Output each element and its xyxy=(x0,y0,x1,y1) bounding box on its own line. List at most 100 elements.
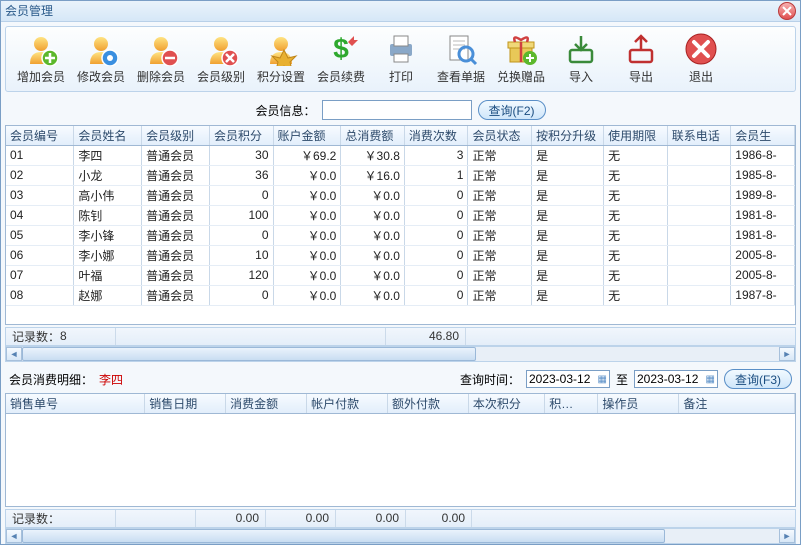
detail-count-label: 记录数： xyxy=(12,510,60,527)
time-label: 查询时间： xyxy=(460,371,520,388)
table-row[interactable]: 03高小伟普通会员0￥0.0￥0.00正常是无1989-8- xyxy=(6,185,795,205)
search-button[interactable]: 查询(F2) xyxy=(478,100,546,120)
detail-bar: 会员消费明细： 李四 查询时间： 2023-03-12 ▦ 至 2023-03-… xyxy=(1,366,800,393)
h-scrollbar-bottom[interactable]: ◄ ► xyxy=(5,528,796,544)
detail-label: 会员消费明细： xyxy=(9,371,93,388)
summary-total: 46.80 xyxy=(386,328,466,345)
toolbar-label: 增加会员 xyxy=(17,68,65,85)
col-header[interactable]: 消费次数 xyxy=(404,126,468,146)
table-row[interactable]: 05李小锋普通会员0￥0.0￥0.00正常是无1981-8- xyxy=(6,225,795,245)
col-header[interactable]: 会员生 xyxy=(731,126,795,146)
print-button[interactable]: 打印 xyxy=(372,29,430,89)
col-header[interactable]: 使用期限 xyxy=(604,126,668,146)
col-header[interactable]: 会员状态 xyxy=(468,126,532,146)
exit-icon xyxy=(684,32,718,66)
import-button[interactable]: 导入 xyxy=(552,29,610,89)
col-header[interactable]: 积… xyxy=(545,394,598,414)
renew-icon: $ xyxy=(324,32,358,66)
col-header[interactable]: 总消费额 xyxy=(341,126,405,146)
table-row[interactable]: 08赵娜普通会员0￥0.0￥0.00正常是无1987-8- xyxy=(6,285,795,305)
col-header[interactable]: 消费金额 xyxy=(226,394,307,414)
count-label: 记录数： xyxy=(12,328,60,345)
table-row[interactable]: 07叶福普通会员120￥0.0￥0.00正常是无2005-8- xyxy=(6,265,795,285)
level-button[interactable]: 会员级别 xyxy=(192,29,250,89)
col-header[interactable]: 账户金额 xyxy=(273,126,341,146)
col-header[interactable]: 帐户付款 xyxy=(307,394,388,414)
detail-table: 销售单号销售日期消费金额帐户付款额外付款本次积分积…操作员备注 xyxy=(6,394,795,414)
svg-text:$: $ xyxy=(333,33,349,64)
detail-search-button[interactable]: 查询(F3) xyxy=(724,369,792,389)
titlebar: 会员管理 xyxy=(1,1,800,22)
col-header[interactable]: 会员编号 xyxy=(6,126,74,146)
h-scrollbar-top[interactable]: ◄ ► xyxy=(5,346,796,362)
points-icon xyxy=(264,32,298,66)
viewdoc-button[interactable]: 查看单据 xyxy=(432,29,490,89)
member-summary: 记录数： 8 46.80 xyxy=(5,327,796,346)
delete-button[interactable]: 删除会员 xyxy=(132,29,190,89)
col-header[interactable]: 会员级别 xyxy=(142,126,210,146)
member-table: 会员编号会员姓名会员级别会员积分账户金额总消费额消费次数会员状态按积分升级使用期… xyxy=(6,126,795,306)
detail-grid: 销售单号销售日期消费金额帐户付款额外付款本次积分积…操作员备注 xyxy=(5,393,796,507)
renew-button[interactable]: $ 会员续费 xyxy=(312,29,370,89)
toolbar: 增加会员修改会员删除会员会员级别积分设置 $ 会员续费 打印 查看单据兑换赠品 导入 导出 退… xyxy=(5,26,796,92)
count-value: 8 xyxy=(60,329,67,343)
member-grid: 会员编号会员姓名会员级别会员积分账户金额总消费额消费次数会员状态按积分升级使用期… xyxy=(5,125,796,325)
toolbar-label: 会员续费 xyxy=(317,68,365,85)
add-button[interactable]: 增加会员 xyxy=(12,29,70,89)
edit-button[interactable]: 修改会员 xyxy=(72,29,130,89)
toolbar-label: 导出 xyxy=(629,68,653,85)
export-icon xyxy=(624,32,658,66)
calendar-icon[interactable]: ▦ xyxy=(598,374,607,385)
edit-icon xyxy=(84,32,118,66)
viewdoc-icon xyxy=(444,32,478,66)
detail-v2: 0.00 xyxy=(266,510,336,527)
col-header[interactable]: 本次积分 xyxy=(468,394,544,414)
toolbar-label: 积分设置 xyxy=(257,68,305,85)
points-button[interactable]: 积分设置 xyxy=(252,29,310,89)
col-header[interactable]: 会员姓名 xyxy=(74,126,142,146)
toolbar-label: 修改会员 xyxy=(77,68,125,85)
detail-v4: 0.00 xyxy=(406,510,472,527)
toolbar-label: 查看单据 xyxy=(437,68,485,85)
close-icon[interactable] xyxy=(778,2,796,20)
calendar-icon[interactable]: ▦ xyxy=(706,374,715,385)
export-button[interactable]: 导出 xyxy=(612,29,670,89)
col-header[interactable]: 会员积分 xyxy=(209,126,273,146)
add-icon xyxy=(24,32,58,66)
scroll-right-icon[interactable]: ► xyxy=(779,347,795,361)
toolbar-label: 退出 xyxy=(689,68,713,85)
table-row[interactable]: 04陈钊普通会员100￥0.0￥0.00正常是无1981-8- xyxy=(6,205,795,225)
scroll-left-icon[interactable]: ◄ xyxy=(6,347,22,361)
redeem-button[interactable]: 兑换赠品 xyxy=(492,29,550,89)
col-header[interactable]: 额外付款 xyxy=(388,394,469,414)
search-input[interactable] xyxy=(322,100,472,120)
col-header[interactable]: 备注 xyxy=(679,394,795,414)
table-row[interactable]: 06李小娜普通会员10￥0.0￥0.00正常是无2005-8- xyxy=(6,245,795,265)
detail-v3: 0.00 xyxy=(336,510,406,527)
col-header[interactable]: 联系电话 xyxy=(667,126,731,146)
col-header[interactable]: 销售单号 xyxy=(6,394,145,414)
toolbar-label: 删除会员 xyxy=(137,68,185,85)
detail-summary: 记录数： 0.00 0.00 0.00 0.00 xyxy=(5,509,796,528)
table-row[interactable]: 02小龙普通会员36￥0.0￥16.01正常是无1985-8- xyxy=(6,165,795,185)
date-to-input[interactable]: 2023-03-12 ▦ xyxy=(634,370,718,388)
exit-button[interactable]: 退出 xyxy=(672,29,730,89)
toolbar-label: 兑换赠品 xyxy=(497,68,545,85)
scroll-right-icon[interactable]: ► xyxy=(779,529,795,543)
toolbar-label: 导入 xyxy=(569,68,593,85)
toolbar-label: 会员级别 xyxy=(197,68,245,85)
delete-icon xyxy=(144,32,178,66)
search-label: 会员信息： xyxy=(255,102,315,119)
date-from-input[interactable]: 2023-03-12 ▦ xyxy=(526,370,610,388)
print-icon xyxy=(384,32,418,66)
col-header[interactable]: 销售日期 xyxy=(145,394,226,414)
table-row[interactable]: 01李四普通会员30￥69.2￥30.83正常是无1986-8- xyxy=(6,145,795,165)
detail-member-name: 李四 xyxy=(99,371,123,388)
col-header[interactable]: 操作员 xyxy=(598,394,679,414)
col-header[interactable]: 按积分升级 xyxy=(532,126,604,146)
scroll-left-icon[interactable]: ◄ xyxy=(6,529,22,543)
level-icon xyxy=(204,32,238,66)
to-label: 至 xyxy=(616,371,628,388)
import-icon xyxy=(564,32,598,66)
toolbar-label: 打印 xyxy=(389,68,413,85)
